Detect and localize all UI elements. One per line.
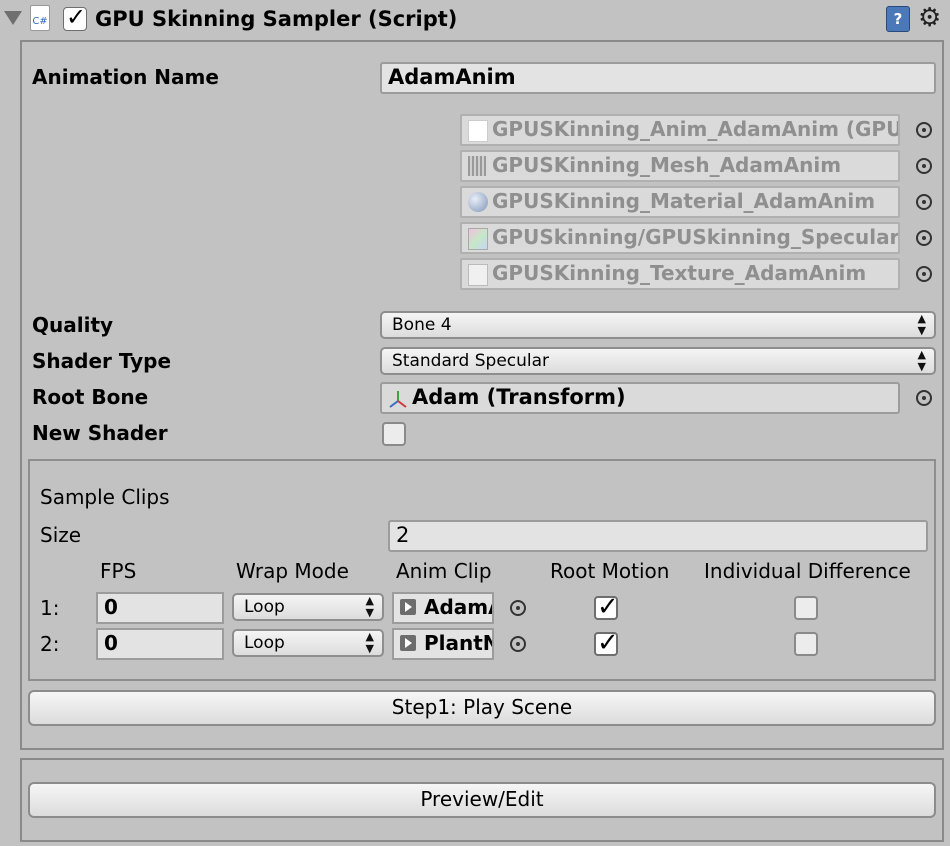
file-icon [468, 120, 488, 142]
new-shader-checkbox[interactable] [382, 422, 406, 446]
anim-clip-field[interactable]: AdamAnim [392, 592, 494, 624]
dropdown-arrows-icon: ▲ ▼ [365, 594, 374, 619]
checkmark-icon: ✓ [597, 628, 619, 658]
component-title: GPU Skinning Sampler (Script) [95, 7, 458, 31]
shader-type-label: Shader Type [32, 349, 172, 373]
texture-asset-field[interactable]: GPUSKinning_Texture_AdamAnim [460, 258, 900, 290]
mesh-asset-name: GPUSKinning_Mesh_AdamAnim [492, 153, 842, 177]
mesh-icon [468, 156, 486, 176]
dropdown-arrows-icon: ▲ ▼ [917, 348, 926, 373]
object-picker-icon[interactable] [916, 194, 932, 210]
help-icon[interactable]: ? [886, 6, 910, 32]
animation-name-label: Animation Name [32, 65, 219, 89]
wrap-mode-value: Loop [244, 633, 285, 653]
shader-asset-field[interactable]: GPUSkinning/GPUSkinning_Specular [460, 222, 900, 254]
object-picker-icon[interactable] [916, 390, 932, 406]
row-index: 2: [40, 632, 60, 656]
object-picker-icon[interactable] [916, 230, 932, 246]
fps-field[interactable]: 0 [96, 592, 224, 624]
col-root-motion: Root Motion [550, 559, 670, 583]
material-asset-name: GPUSKinning_Material_AdamAnim [492, 189, 876, 213]
material-sphere-icon [468, 192, 488, 212]
component-header: C# ✓ GPU Skinning Sampler (Script) ? ⚙ [0, 0, 950, 38]
play-scene-button[interactable]: Step1: Play Scene [28, 690, 936, 726]
col-fps: FPS [100, 559, 137, 583]
anim-clip-name: AdamAnim [424, 595, 492, 619]
individual-difference-checkbox[interactable] [794, 632, 818, 656]
size-field[interactable]: 2 [388, 520, 928, 552]
root-bone-value: Adam (Transform) [412, 385, 626, 409]
enabled-checkbox[interactable]: ✓ [63, 3, 87, 31]
new-shader-label: New Shader [32, 421, 168, 445]
animation-name-field[interactable]: AdamAnim [380, 62, 936, 94]
dropdown-arrows-icon: ▲ ▼ [917, 312, 926, 337]
anim-asset-field[interactable]: GPUSKinning_Anim_AdamAnim (GPU [460, 114, 900, 146]
transform-icon [389, 391, 407, 408]
size-label: Size [40, 523, 82, 547]
wrap-mode-dropdown[interactable]: Loop ▲ ▼ [232, 629, 384, 657]
anim-clip-field[interactable]: PlantNoise [392, 628, 494, 660]
shader-icon [468, 228, 488, 250]
shader-type-dropdown[interactable]: Standard Specular ▲ ▼ [380, 347, 936, 375]
col-individual-difference: Individual Difference [704, 559, 911, 583]
shader-type-value: Standard Specular [392, 351, 550, 371]
dropdown-arrows-icon: ▲ ▼ [365, 630, 374, 655]
quality-label: Quality [32, 313, 114, 337]
object-picker-icon[interactable] [916, 122, 932, 138]
shader-asset-name: GPUSkinning/GPUSkinning_Specular [492, 225, 900, 249]
col-anim-clip: Anim Clip [396, 559, 492, 583]
object-picker-icon[interactable] [916, 158, 932, 174]
checkmark-icon: ✓ [597, 592, 619, 622]
quality-dropdown[interactable]: Bone 4 ▲ ▼ [380, 311, 936, 339]
preview-edit-button[interactable]: Preview/Edit [28, 782, 936, 818]
object-picker-icon[interactable] [510, 600, 526, 616]
col-wrap-mode: Wrap Mode [236, 559, 349, 583]
anim-clip-name: PlantNoise [424, 631, 492, 655]
material-asset-field[interactable]: GPUSKinning_Material_AdamAnim [460, 186, 900, 218]
wrap-mode-dropdown[interactable]: Loop ▲ ▼ [232, 593, 384, 621]
animation-clip-icon [400, 599, 416, 615]
row-index: 1: [40, 596, 60, 620]
animation-clip-icon [400, 635, 416, 651]
fps-field[interactable]: 0 [96, 628, 224, 660]
gear-icon[interactable]: ⚙ [918, 2, 941, 34]
foldout-arrow-icon[interactable] [4, 11, 22, 25]
root-bone-field[interactable]: Adam (Transform) [380, 382, 900, 414]
texture-asset-name: GPUSKinning_Texture_AdamAnim [492, 261, 867, 285]
anim-asset-name: GPUSKinning_Anim_AdamAnim (GPU [492, 117, 900, 141]
csharp-script-icon: C# [30, 5, 50, 31]
root-bone-label: Root Bone [32, 385, 149, 409]
sample-clips-title: Sample Clips [40, 485, 170, 509]
root-motion-checkbox[interactable]: ✓ [594, 628, 619, 658]
mesh-asset-field[interactable]: GPUSKinning_Mesh_AdamAnim [460, 150, 900, 182]
object-picker-icon[interactable] [510, 636, 526, 652]
object-picker-icon[interactable] [916, 266, 932, 282]
wrap-mode-value: Loop [244, 597, 285, 617]
texture-icon [468, 264, 488, 286]
root-motion-checkbox[interactable]: ✓ [594, 592, 619, 622]
quality-value: Bone 4 [392, 315, 452, 335]
individual-difference-checkbox[interactable] [794, 596, 818, 620]
